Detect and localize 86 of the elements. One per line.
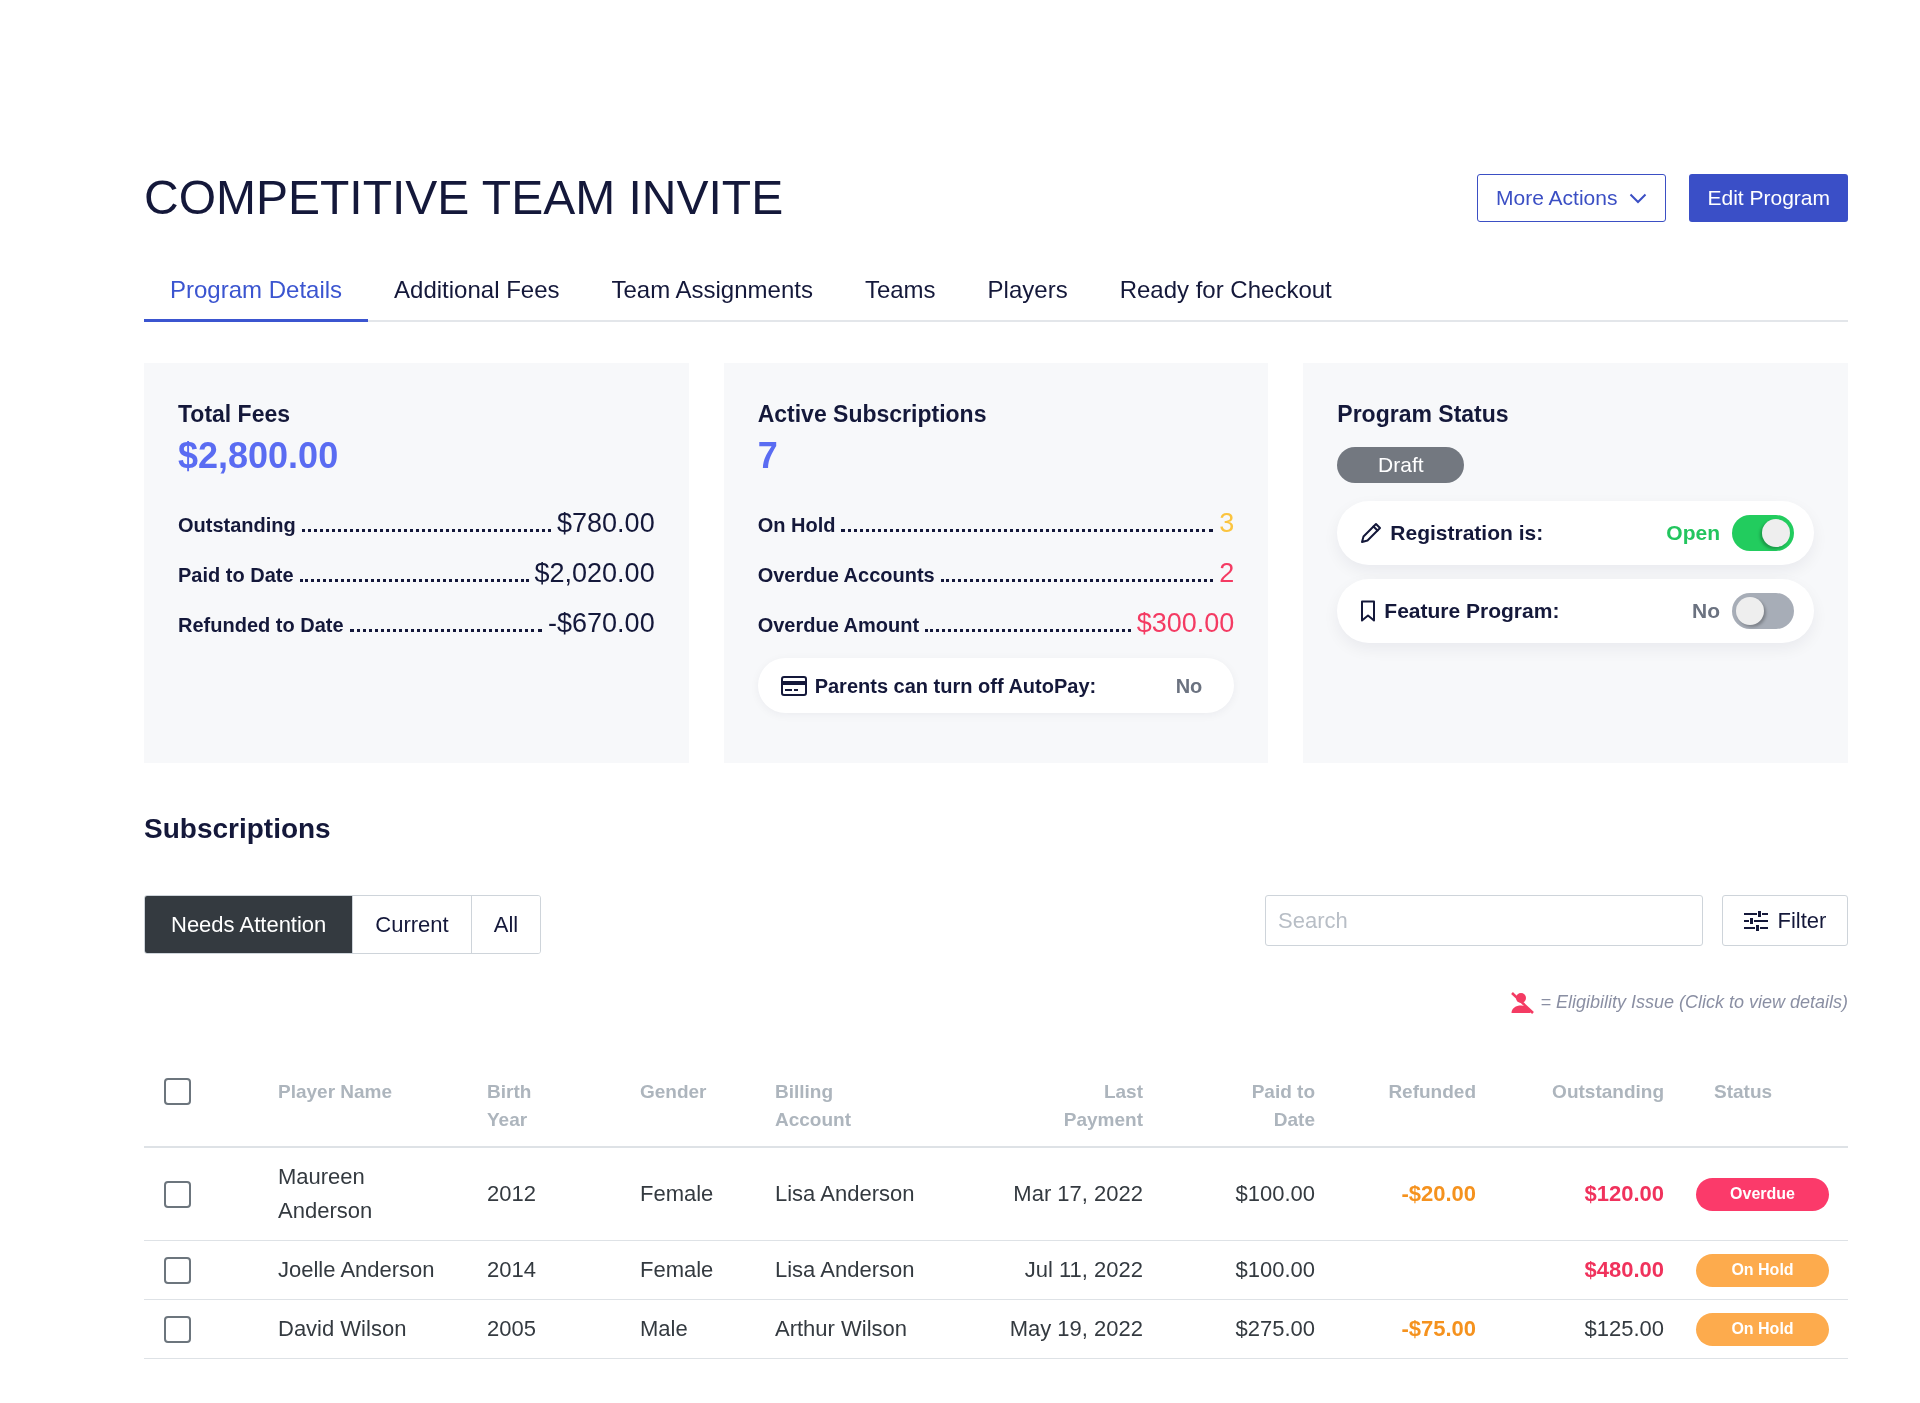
checkbox[interactable] xyxy=(164,1078,191,1105)
stat-label: Refunded to Date xyxy=(178,613,344,638)
credit-card-icon xyxy=(780,675,807,696)
card-title: Total Fees xyxy=(178,400,292,428)
card-value: 7 xyxy=(757,434,779,478)
refund-amount: -$75.00 xyxy=(1401,1315,1476,1343)
stat-value: 3 xyxy=(1219,507,1235,540)
tab[interactable]: Additional Fees xyxy=(368,262,586,322)
tab[interactable]: Team Assignments xyxy=(585,262,839,322)
bookmark-icon xyxy=(1360,600,1377,622)
filter-tab[interactable]: Needs Attention xyxy=(145,896,353,953)
checkbox[interactable] xyxy=(164,1315,191,1343)
stat-label: Paid to Date xyxy=(178,563,294,588)
column-header: Status xyxy=(1714,1080,1773,1104)
status-badge: Draft xyxy=(1337,447,1465,483)
stat-value: $780.00 xyxy=(557,507,655,540)
card-value: $2,800.00 xyxy=(178,434,340,478)
card-title: Program Status xyxy=(1337,400,1510,428)
actions-dropdown-button[interactable]: More Actions xyxy=(1477,174,1667,222)
player-name: Joelle Anderson xyxy=(278,1256,435,1284)
checkbox[interactable] xyxy=(164,1256,191,1284)
page-title: COMPETITIVE TEAM INVITE xyxy=(144,170,784,226)
table-cell-text: Jul 11, 2022 xyxy=(1024,1256,1143,1284)
stat-value: $2,020.00 xyxy=(534,557,655,590)
table-cell-text: Male xyxy=(640,1315,688,1343)
table-cell-text: May 19, 2022 xyxy=(1009,1315,1143,1343)
table-cell-text: Female xyxy=(640,1180,714,1208)
legend-text: = Eligibility Issue (Click to view details) xyxy=(1540,991,1848,1014)
edit-button[interactable]: Edit Program xyxy=(1689,174,1848,222)
setting-value: No xyxy=(1175,673,1203,699)
table-cell-text: 2005 xyxy=(487,1315,536,1343)
stat-value: -$670.00 xyxy=(548,607,655,640)
toggle-switch[interactable] xyxy=(1732,515,1794,551)
setting-label: Parents can turn off AutoPay: xyxy=(814,673,1097,699)
stat-label: On Hold xyxy=(757,513,836,538)
checkbox[interactable] xyxy=(164,1180,191,1208)
table-cell-text: Lisa Anderson xyxy=(775,1256,915,1284)
table-cell-text: $100.00 xyxy=(1235,1180,1315,1208)
outstanding-amount: $125.00 xyxy=(1584,1315,1664,1343)
stat-label: Outstanding xyxy=(178,513,296,538)
column-header: Billing Account xyxy=(775,1080,851,1132)
chevron-down-icon xyxy=(1629,192,1648,204)
filter-button[interactable]: Filter xyxy=(1722,895,1848,946)
status-badge: On Hold xyxy=(1696,1312,1829,1346)
card-title: Active Subscriptions xyxy=(757,400,988,428)
column-header: Outstanding xyxy=(1552,1080,1664,1104)
outstanding-amount: $480.00 xyxy=(1584,1256,1664,1284)
stat-value: 2 xyxy=(1219,557,1235,590)
tab[interactable]: Teams xyxy=(838,262,962,322)
column-header: Player Name xyxy=(278,1080,393,1104)
pencil-icon xyxy=(1360,522,1383,544)
column-header: Birth Year xyxy=(487,1080,532,1132)
table-cell-text: $100.00 xyxy=(1235,1256,1315,1284)
toggle-value: No xyxy=(1692,598,1720,625)
table-cell-text: Mar 17, 2022 xyxy=(1013,1180,1143,1208)
column-header: Last Payment xyxy=(1063,1080,1143,1132)
player-name: Maureen Anderson xyxy=(278,1163,374,1225)
table-cell-text: Arthur Wilson xyxy=(775,1315,908,1343)
stat-value: $300.00 xyxy=(1136,607,1235,640)
column-header: Paid to Date xyxy=(1250,1080,1315,1132)
table-cell-text: 2014 xyxy=(487,1256,536,1284)
table-cell-text: Female xyxy=(640,1256,714,1284)
column-header: Refunded xyxy=(1388,1080,1476,1104)
tab[interactable]: Ready for Checkout xyxy=(1093,262,1358,322)
column-header: Gender xyxy=(640,1080,707,1104)
outstanding-amount: $120.00 xyxy=(1584,1180,1664,1208)
sliders-icon xyxy=(1743,910,1768,931)
filter-tab[interactable]: All xyxy=(470,896,541,953)
table-cell-text: 2012 xyxy=(487,1180,536,1208)
toggle-switch[interactable] xyxy=(1732,593,1794,629)
toggle-label: Feature Program: xyxy=(1384,598,1560,625)
refund-amount: -$20.00 xyxy=(1401,1180,1476,1208)
table-cell-text: $275.00 xyxy=(1235,1315,1315,1343)
search-field[interactable]: Search xyxy=(1265,895,1703,946)
table-cell-text: Lisa Anderson xyxy=(775,1180,915,1208)
stat-label: Overdue Amount xyxy=(757,613,920,638)
player-name: David Wilson xyxy=(278,1315,407,1343)
person-slash-icon xyxy=(1510,991,1535,1014)
tab[interactable]: Players xyxy=(961,262,1094,322)
status-badge: On Hold xyxy=(1696,1253,1829,1287)
stat-label: Overdue Accounts xyxy=(757,563,935,588)
tab[interactable]: Program Details xyxy=(144,262,369,322)
toggle-label: Registration is: xyxy=(1390,520,1544,547)
status-badge: Overdue xyxy=(1696,1177,1829,1211)
section-title: Subscriptions xyxy=(144,812,332,846)
toggle-value: Open xyxy=(1666,520,1720,547)
